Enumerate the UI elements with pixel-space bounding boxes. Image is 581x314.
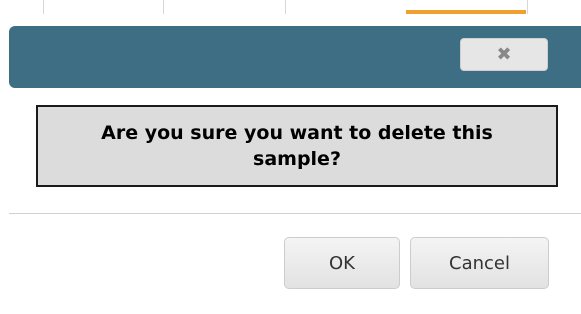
close-button[interactable]: ✖ [460, 38, 548, 71]
table-column-divider [163, 0, 164, 14]
table-column-divider [285, 0, 286, 14]
confirm-message: Are you sure you want to delete this sam… [101, 122, 493, 170]
table-column-divider [527, 0, 528, 14]
delete-confirm-dialog: ✖ Are you sure you want to delete this s… [0, 18, 581, 314]
dialog-title-bar: ✖ [9, 26, 581, 88]
screen: ✖ Are you sure you want to delete this s… [0, 0, 581, 314]
close-icon: ✖ [496, 43, 512, 65]
active-column-highlight [406, 0, 526, 14]
dialog-divider [9, 213, 581, 214]
cancel-button[interactable]: Cancel [410, 237, 549, 289]
ok-button[interactable]: OK [284, 237, 400, 289]
background-table-strip [0, 0, 581, 14]
table-column-divider [43, 0, 44, 14]
confirm-message-box: Are you sure you want to delete this sam… [36, 105, 558, 187]
